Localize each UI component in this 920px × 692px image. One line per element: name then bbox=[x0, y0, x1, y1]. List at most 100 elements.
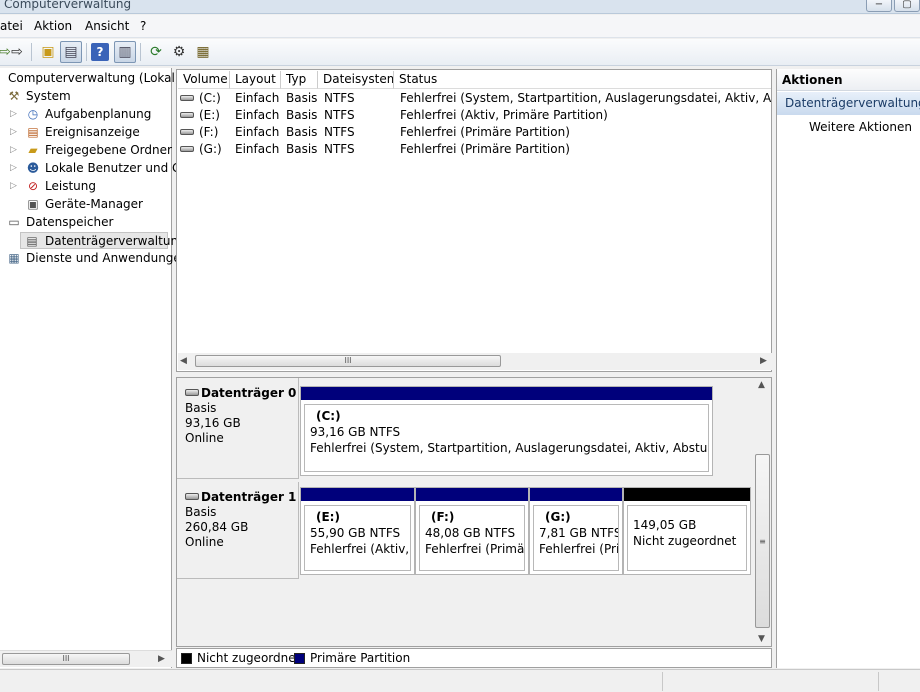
table-row[interactable]: (F:) Einfach Basis NTFS Fehlerfrei (Prim… bbox=[177, 124, 771, 141]
users-icon: ☻ bbox=[26, 161, 40, 175]
toolbar-separator bbox=[31, 43, 32, 61]
cell-layout: Einfach bbox=[235, 142, 280, 156]
tree-label: Lokale Benutzer und Gr bbox=[45, 161, 187, 175]
partition-f[interactable]: (F:) 48,08 GB NTFS Fehlerfrei (Primäre bbox=[415, 487, 529, 575]
actions-group-disk-management[interactable]: Datenträgerverwaltung bbox=[777, 92, 920, 115]
tree-label: Ereignisanzeige bbox=[45, 125, 140, 139]
table-row[interactable]: (E:) Einfach Basis NTFS Fehlerfrei (Akti… bbox=[177, 107, 771, 124]
disk-size: 93,16 GB bbox=[185, 416, 241, 430]
partition-body: (F:) 48,08 GB NTFS Fehlerfrei (Primäre bbox=[419, 505, 525, 571]
menu-action[interactable]: Aktion bbox=[34, 19, 72, 33]
menu-help[interactable]: ? bbox=[140, 19, 146, 33]
tree-label: Datenspeicher bbox=[26, 215, 114, 229]
cell-volume: (F:) bbox=[199, 125, 219, 139]
cell-volume: (E:) bbox=[199, 108, 220, 122]
partition-label: (G:) bbox=[545, 510, 571, 524]
legend-swatch bbox=[181, 653, 192, 664]
scroll-thumb[interactable]: III bbox=[2, 653, 130, 665]
partition-body: (C:) 93,16 GB NTFS Fehlerfrei (System, S… bbox=[304, 404, 709, 472]
menu-view[interactable]: Ansicht bbox=[85, 19, 129, 33]
scroll-thumb[interactable]: III bbox=[195, 355, 501, 367]
disk-header[interactable]: Datenträger 0 Basis 93,16 GB Online bbox=[177, 378, 299, 479]
expand-icon[interactable]: ▷ bbox=[10, 160, 20, 177]
partition-body: 149,05 GB Nicht zugeordnet bbox=[627, 505, 747, 571]
properties-icon[interactable]: ▥ bbox=[114, 41, 136, 63]
scroll-thumb[interactable]: ≡ bbox=[755, 454, 770, 628]
partition-size: 7,81 GB NTFS bbox=[539, 526, 619, 540]
partition-status: Fehlerfrei (Aktiv, Pr bbox=[310, 542, 410, 556]
column-header-status[interactable]: Status bbox=[394, 71, 771, 89]
event-viewer-icon: ▤ bbox=[27, 125, 39, 139]
cell-filesystem: NTFS bbox=[324, 91, 355, 105]
expand-icon[interactable]: ▷ bbox=[10, 124, 20, 141]
cell-layout: Einfach bbox=[235, 108, 280, 122]
disk-layout-area: Datenträger 0 Basis 93,16 GB Online (C:)… bbox=[176, 377, 772, 647]
tools-icon: ⚒ bbox=[8, 89, 20, 103]
partition-status: Fehlerfrei (Prim bbox=[539, 542, 619, 556]
scroll-up-icon[interactable]: ▲ bbox=[758, 380, 765, 390]
disk-icon bbox=[185, 389, 199, 396]
cell-type: Basis bbox=[286, 108, 318, 122]
tree-item-disk-management[interactable]: ▤ Datenträgerverwaltung bbox=[20, 232, 186, 249]
column-header-volume[interactable]: Volume bbox=[178, 71, 230, 89]
drive-icon bbox=[180, 107, 194, 124]
partition-size: 149,05 GB bbox=[633, 518, 697, 532]
settings-icon[interactable]: ⚙ bbox=[168, 41, 190, 63]
disk-header[interactable]: Datenträger 1 Basis 260,84 GB Online bbox=[177, 482, 299, 579]
table-row[interactable]: (G:) Einfach Basis NTFS Fehlerfrei (Prim… bbox=[177, 141, 771, 158]
menu-bar: atei Aktion Ansicht ? bbox=[0, 15, 920, 38]
refresh-icon[interactable]: ⟳ bbox=[145, 41, 167, 63]
partition-c[interactable]: (C:) 93,16 GB NTFS Fehlerfrei (System, S… bbox=[300, 386, 713, 476]
partition-label: (F:) bbox=[431, 510, 455, 524]
legend-label: Primäre Partition bbox=[310, 651, 411, 665]
cell-layout: Einfach bbox=[235, 91, 280, 105]
partition-e[interactable]: (E:) 55,90 GB NTFS Fehlerfrei (Aktiv, Pr bbox=[300, 487, 415, 575]
shared-folder-icon: ▰ bbox=[28, 143, 38, 157]
toolbar: ⇨ ⇨ ▣ ▤ ? ▥ ⟳ ⚙ ▦ bbox=[0, 39, 920, 66]
actions-pane: Aktionen Datenträgerverwaltung Weitere A… bbox=[776, 69, 920, 668]
tree-horizontal-scrollbar[interactable]: III ▶ bbox=[0, 650, 172, 667]
cell-status: Fehlerfrei (Primäre Partition) bbox=[400, 125, 570, 139]
partition-label: (C:) bbox=[316, 409, 341, 423]
scroll-down-icon[interactable]: ▼ bbox=[758, 634, 765, 644]
drive-icon bbox=[180, 124, 194, 141]
minimize-button[interactable]: − bbox=[866, 0, 892, 12]
disk-icon bbox=[185, 493, 199, 500]
show-tree-icon[interactable]: ▤ bbox=[60, 41, 82, 63]
partition-size: 55,90 GB NTFS bbox=[310, 526, 401, 540]
volume-list-horizontal-scrollbar[interactable]: ◀ III ▶ bbox=[178, 353, 772, 370]
column-header-layout[interactable]: Layout bbox=[230, 71, 281, 89]
more-actions-link[interactable]: Weitere Aktionen bbox=[809, 120, 912, 134]
partition-status: Nicht zugeordnet bbox=[633, 534, 737, 548]
up-folder-icon[interactable]: ▣ bbox=[37, 41, 59, 63]
window-title: Computerverwaltung bbox=[4, 0, 132, 11]
tree-label: Datenträgerverwaltung bbox=[45, 234, 186, 248]
expand-icon[interactable]: ▷ bbox=[10, 106, 20, 123]
legend-label: Nicht zugeordnet bbox=[197, 651, 301, 665]
tree-label: Leistung bbox=[45, 179, 96, 193]
menu-file[interactable]: atei bbox=[0, 19, 23, 33]
column-header-filesystem[interactable]: Dateisystem bbox=[318, 71, 394, 89]
disk-state: Online bbox=[185, 431, 224, 445]
disk-size: 260,84 GB bbox=[185, 520, 249, 534]
scroll-right-icon[interactable]: ▶ bbox=[760, 356, 767, 366]
scroll-right-icon[interactable]: ▶ bbox=[158, 654, 165, 664]
services-icon: ▦ bbox=[8, 251, 20, 265]
drive-icon bbox=[180, 90, 194, 107]
expand-icon[interactable]: ▷ bbox=[10, 178, 20, 195]
partition-size: 93,16 GB NTFS bbox=[310, 425, 401, 439]
expand-icon[interactable]: ▷ bbox=[10, 142, 20, 159]
partition-unallocated[interactable]: 149,05 GB Nicht zugeordnet bbox=[623, 487, 751, 575]
performance-icon: ⊘ bbox=[27, 179, 39, 193]
scroll-left-icon[interactable]: ◀ bbox=[180, 356, 187, 366]
forward-arrow-icon[interactable]: ⇨ bbox=[6, 41, 28, 63]
maximize-button[interactable]: ▢ bbox=[894, 0, 920, 12]
disk-tool-icon[interactable]: ▦ bbox=[192, 41, 214, 63]
column-header-type[interactable]: Typ bbox=[281, 71, 318, 89]
table-row[interactable]: (C:) Einfach Basis NTFS Fehlerfrei (Syst… bbox=[177, 90, 771, 107]
disk-area-vertical-scrollbar[interactable]: ▲ ≡ ▼ bbox=[754, 378, 771, 646]
tree-label: Aufgabenplanung bbox=[45, 107, 152, 121]
partition-g[interactable]: (G:) 7,81 GB NTFS Fehlerfrei (Prim bbox=[529, 487, 623, 575]
help-icon[interactable]: ? bbox=[91, 43, 109, 61]
partition-color-bar bbox=[416, 488, 528, 501]
